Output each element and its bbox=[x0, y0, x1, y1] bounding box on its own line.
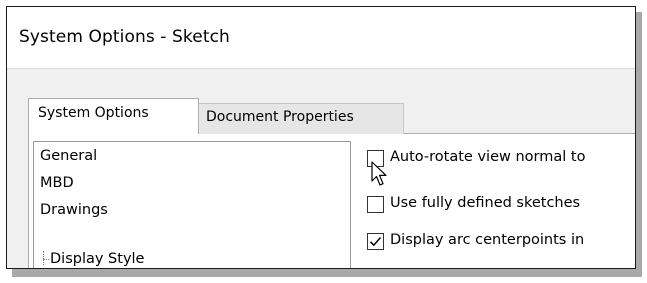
tab-document-properties[interactable]: Document Properties bbox=[198, 103, 404, 134]
option-label: Auto-rotate view normal to bbox=[390, 149, 586, 165]
tab-system-options[interactable]: System Options bbox=[28, 98, 199, 134]
title-bar: System Options - Sketch bbox=[7, 7, 635, 69]
options-tree[interactable]: General MBD Drawings Display Style bbox=[33, 141, 351, 268]
system-options-dialog: System Options - Sketch System Options D… bbox=[6, 6, 636, 269]
checkbox-display-arc-centerpoints[interactable] bbox=[367, 233, 384, 250]
checkbox-fully-defined-sketches[interactable] bbox=[367, 196, 384, 213]
window-title: System Options - Sketch bbox=[19, 27, 230, 47]
tree-item-drawings[interactable]: Drawings bbox=[40, 202, 108, 218]
checkmark-icon bbox=[369, 237, 382, 247]
tree-item-general[interactable]: General bbox=[40, 148, 97, 164]
option-label: Display arc centerpoints in bbox=[390, 232, 585, 248]
tree-item-mbd[interactable]: MBD bbox=[40, 175, 74, 191]
tree-connector-line bbox=[43, 251, 44, 265]
option-label: Use fully defined sketches bbox=[390, 195, 581, 211]
tree-connector-line bbox=[43, 259, 49, 260]
arrow-cursor-icon bbox=[371, 161, 387, 186]
tree-item-display-style[interactable]: Display Style bbox=[50, 251, 144, 267]
tab-label: Document Properties bbox=[206, 109, 354, 125]
tab-label: System Options bbox=[38, 105, 149, 121]
